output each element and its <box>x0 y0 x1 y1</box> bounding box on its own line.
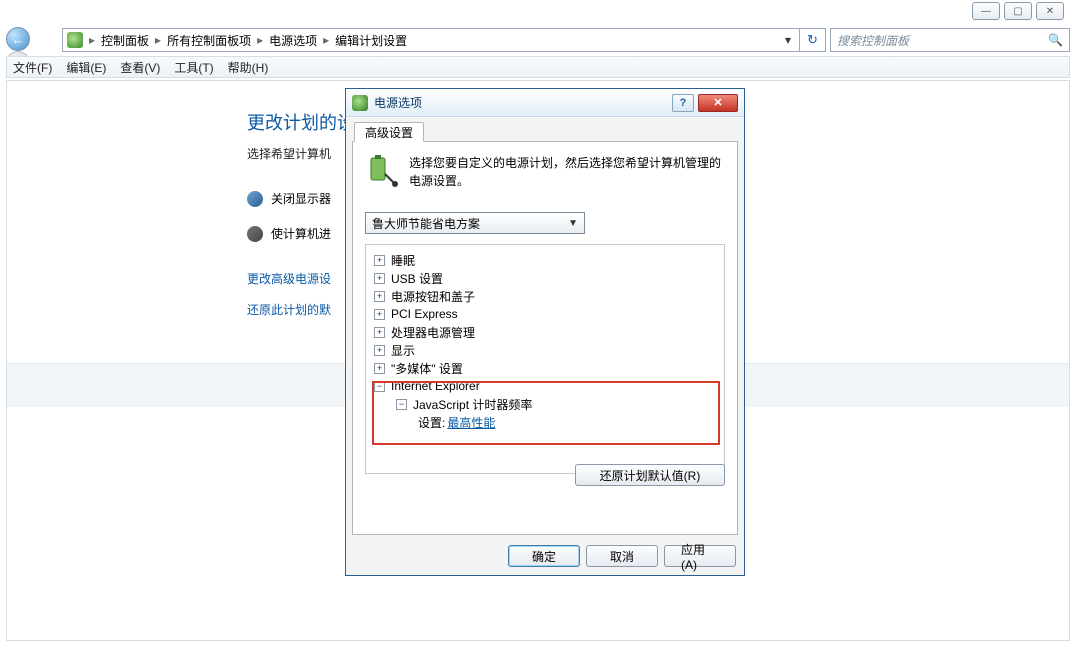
menubar: 文件(F) 编辑(E) 查看(V) 工具(T) 帮助(H) <box>6 56 1070 78</box>
tree-item[interactable]: +电源按钮和盖子 <box>370 287 720 305</box>
back-button[interactable]: ← <box>6 27 30 51</box>
apply-button[interactable]: 应用 (A) <box>664 545 736 567</box>
plan-select[interactable]: 鲁大师节能省电方案 ▼ <box>365 212 585 234</box>
breadcrumb-dropdown-icon[interactable]: ▾ <box>781 33 795 47</box>
tree-item[interactable]: +显示 <box>370 341 720 359</box>
dialog-close-button[interactable]: ✕ <box>698 94 738 112</box>
search-input[interactable]: 搜索控制面板 🔍 <box>830 28 1070 52</box>
setting-value-link[interactable]: 最高性能 <box>447 414 495 431</box>
expand-icon[interactable]: + <box>374 255 385 266</box>
dialog-description: 选择您要自定义的电源计划，然后选择您希望计算机管理的电源设置。 <box>409 154 725 190</box>
chevron-right-icon: ▸ <box>87 33 97 47</box>
tree-item[interactable]: +处理器电源管理 <box>370 323 720 341</box>
power-options-dialog: 电源选项 ? ✕ 高级设置 选择您要自定义的电源计划，然后选择您希望计算机管理的… <box>345 88 745 576</box>
breadcrumb-item[interactable]: 所有控制面板项 <box>163 32 255 49</box>
breadcrumb-item[interactable]: 控制面板 <box>97 32 153 49</box>
tree-item[interactable]: +睡眠 <box>370 251 720 269</box>
tree-item-ie[interactable]: −Internet Explorer <box>370 377 720 395</box>
maximize-button[interactable]: ▢ <box>1004 2 1032 20</box>
menu-view[interactable]: 查看(V) <box>120 59 160 76</box>
breadcrumb-item[interactable]: 电源选项 <box>265 32 321 49</box>
settings-tree[interactable]: +睡眠 +USB 设置 +电源按钮和盖子 +PCI Express +处理器电源… <box>365 244 725 474</box>
restore-defaults-button[interactable]: 还原计划默认值(R) <box>575 464 725 486</box>
setting-label: 设置: <box>418 414 445 431</box>
chevron-right-icon: ▸ <box>153 33 163 47</box>
row-label: 使计算机进 <box>271 225 331 242</box>
control-panel-icon <box>67 32 83 48</box>
expand-icon[interactable]: + <box>374 327 385 338</box>
battery-plug-icon <box>365 154 399 188</box>
tree-item[interactable]: +"多媒体" 设置 <box>370 359 720 377</box>
menu-file[interactable]: 文件(F) <box>13 59 52 76</box>
menu-tools[interactable]: 工具(T) <box>174 59 213 76</box>
tree-item[interactable]: +PCI Express <box>370 305 720 323</box>
power-icon <box>352 95 368 111</box>
breadcrumb-item[interactable]: 编辑计划设置 <box>331 32 411 49</box>
menu-edit[interactable]: 编辑(E) <box>66 59 106 76</box>
chevron-down-icon: ▼ <box>568 218 578 229</box>
search-placeholder: 搜索控制面板 <box>837 32 909 49</box>
navbar: ← → ▸ 控制面板 ▸ 所有控制面板项 ▸ 电源选项 ▸ 编辑计划设置 ▾ ↻… <box>6 26 1070 54</box>
row-label: 关闭显示器 <box>271 190 331 207</box>
close-button[interactable]: ✕ <box>1036 2 1064 20</box>
nav-back-forward: ← → <box>6 27 58 53</box>
dialog-title: 电源选项 <box>374 94 668 111</box>
expand-icon[interactable]: + <box>374 309 385 320</box>
collapse-icon[interactable]: − <box>374 381 385 392</box>
help-button[interactable]: ? <box>672 94 694 112</box>
plan-select-value: 鲁大师节能省电方案 <box>372 215 480 232</box>
sleep-icon <box>247 226 263 242</box>
monitor-icon <box>247 191 263 207</box>
tree-item[interactable]: +USB 设置 <box>370 269 720 287</box>
breadcrumb[interactable]: ▸ 控制面板 ▸ 所有控制面板项 ▸ 电源选项 ▸ 编辑计划设置 ▾ <box>62 28 800 52</box>
chevron-right-icon: ▸ <box>321 33 331 47</box>
tree-item-setting[interactable]: 设置: 最高性能 <box>414 413 720 431</box>
expand-icon[interactable]: + <box>374 363 385 374</box>
menu-help[interactable]: 帮助(H) <box>228 59 269 76</box>
expand-icon[interactable]: + <box>374 291 385 302</box>
expand-icon[interactable]: + <box>374 345 385 356</box>
tab-panel: 选择您要自定义的电源计划，然后选择您希望计算机管理的电源设置。 鲁大师节能省电方… <box>352 141 738 535</box>
expand-icon[interactable]: + <box>374 273 385 284</box>
ok-button[interactable]: 确定 <box>508 545 580 567</box>
refresh-button[interactable]: ↻ <box>800 28 826 52</box>
dialog-cancel-button[interactable]: 取消 <box>586 545 658 567</box>
tab-advanced[interactable]: 高级设置 <box>354 122 424 142</box>
tree-item-js-timer[interactable]: −JavaScript 计时器频率 <box>392 395 720 413</box>
minimize-button[interactable]: — <box>972 2 1000 20</box>
search-icon: 🔍 <box>1048 33 1063 47</box>
chevron-right-icon: ▸ <box>255 33 265 47</box>
dialog-titlebar: 电源选项 ? ✕ <box>346 89 744 117</box>
collapse-icon[interactable]: − <box>396 399 407 410</box>
